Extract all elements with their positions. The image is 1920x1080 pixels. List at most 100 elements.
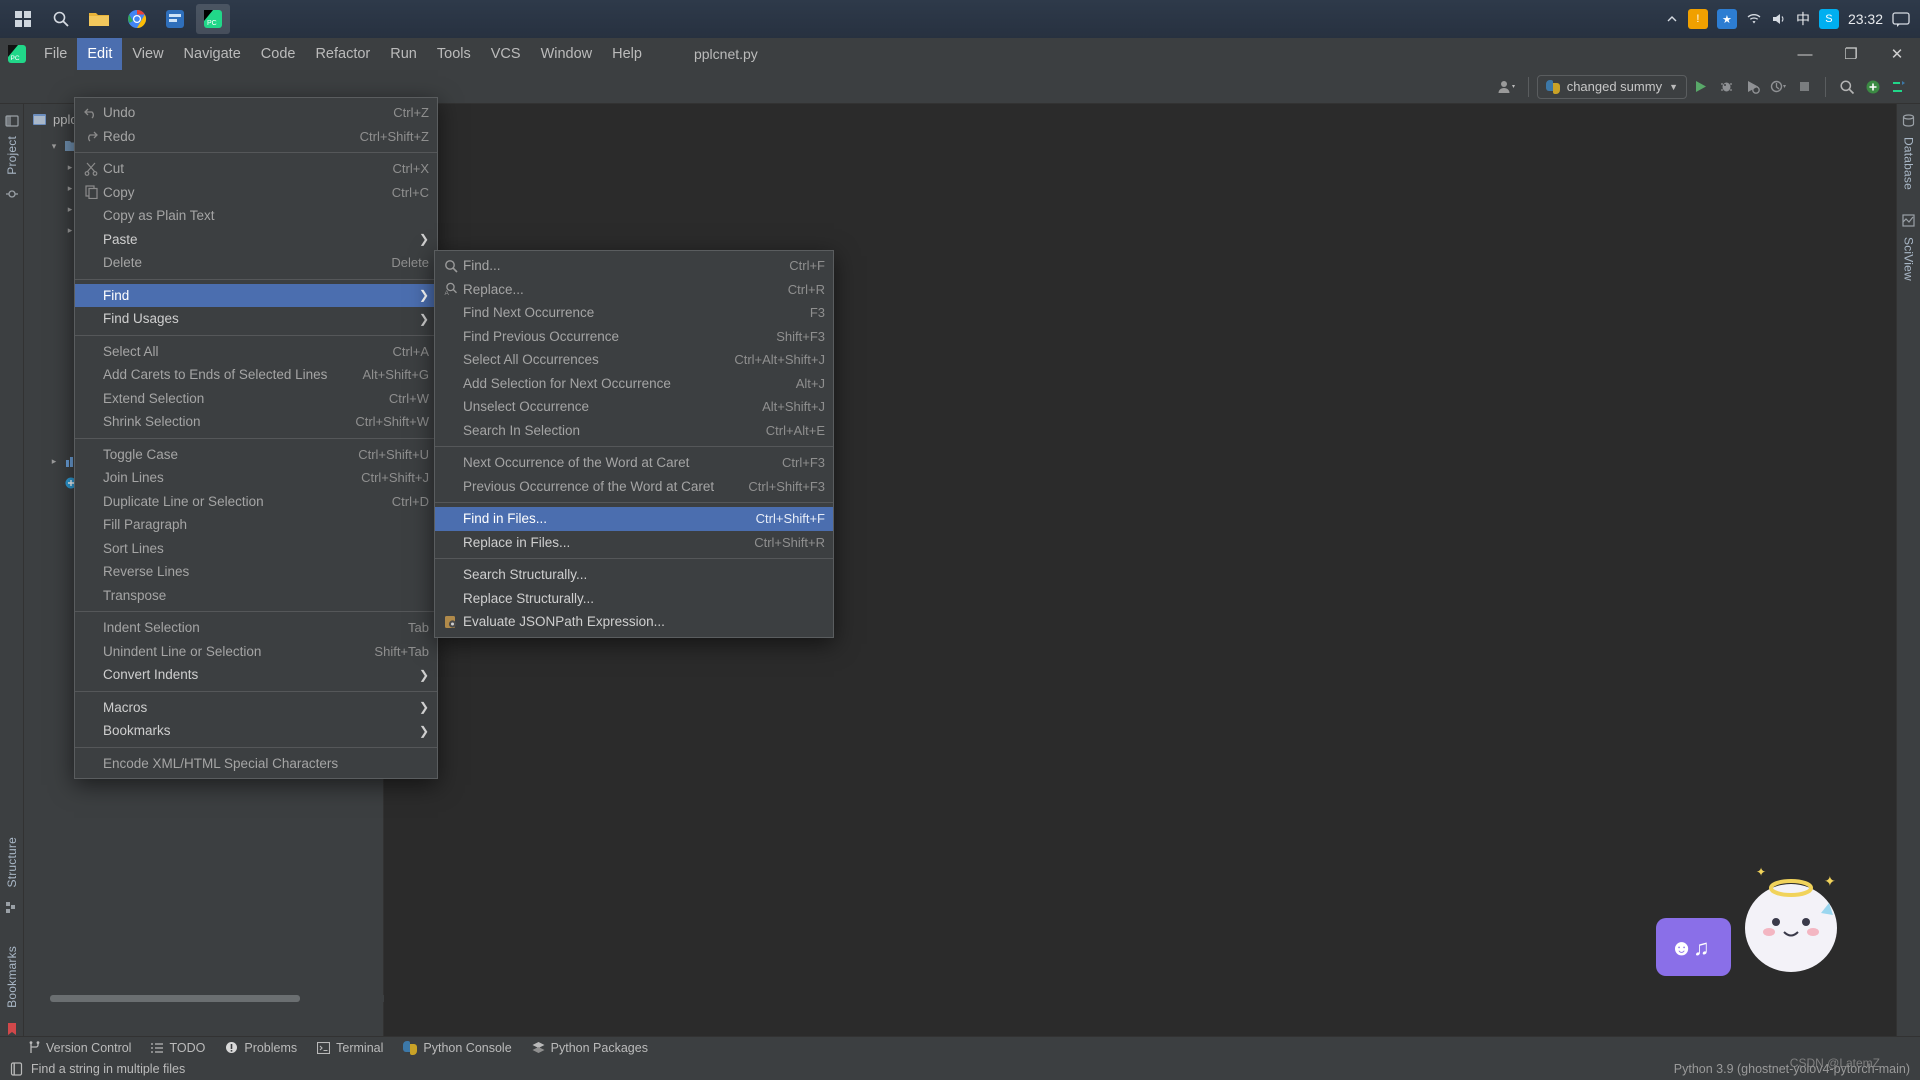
tool-window-problems[interactable]: Problems — [225, 1041, 297, 1055]
run-configuration-selector[interactable]: changed summy ▼ — [1536, 74, 1687, 99]
menu-item-indent-selection[interactable]: Indent Selection Tab — [75, 616, 437, 640]
menu-item-add-carets[interactable]: Add Carets to Ends of Selected Lines Alt… — [75, 363, 437, 387]
project-horizontal-scrollbar[interactable] — [50, 995, 390, 1002]
menu-item-shrink-selection[interactable]: Shrink Selection Ctrl+Shift+W — [75, 410, 437, 434]
menu-item-select-all[interactable]: Select All Ctrl+A — [75, 340, 437, 364]
taskbar-app-chrome[interactable] — [120, 4, 154, 34]
menu-item-copy[interactable]: Copy Ctrl+C — [75, 181, 437, 205]
sidebar-item-structure[interactable]: Structure — [5, 837, 19, 888]
taskbar-clock[interactable]: 23:32 — [1848, 11, 1883, 27]
menu-tools[interactable]: Tools — [427, 38, 481, 70]
submenu-item-add-selection-next[interactable]: Add Selection for Next Occurrence Alt+J — [435, 372, 833, 396]
profile-button[interactable] — [1765, 75, 1791, 99]
menu-vcs[interactable]: VCS — [481, 38, 531, 70]
menu-item-bookmarks[interactable]: Bookmarks ❯ — [75, 719, 437, 743]
menu-item-unindent-line[interactable]: Unindent Line or Selection Shift+Tab — [75, 640, 437, 664]
taskbar-app-other[interactable] — [158, 4, 192, 34]
menu-item-cut[interactable]: Cut Ctrl+X — [75, 157, 437, 181]
volume-icon[interactable] — [1771, 12, 1787, 26]
menu-item-transpose[interactable]: Transpose — [75, 584, 437, 608]
menu-item-extend-selection[interactable]: Extend Selection Ctrl+W — [75, 387, 437, 411]
sidebar-item-sciview[interactable]: SciView — [1902, 237, 1916, 281]
menu-item-toggle-case[interactable]: Toggle Case Ctrl+Shift+U — [75, 443, 437, 467]
submenu-item-select-all-occurrences[interactable]: Select All Occurrences Ctrl+Alt+Shift+J — [435, 348, 833, 372]
close-button[interactable]: ✕ — [1874, 38, 1920, 70]
menu-file[interactable]: File — [34, 38, 77, 70]
menu-run[interactable]: Run — [380, 38, 427, 70]
menu-item-copy-as-plain-text[interactable]: Copy as Plain Text — [75, 204, 437, 228]
menu-item-encode-xml[interactable]: Encode XML/HTML Special Characters — [75, 752, 437, 776]
project-tool-icon[interactable] — [4, 110, 19, 128]
tool-window-terminal[interactable]: Terminal — [317, 1041, 383, 1055]
menu-view[interactable]: View — [122, 38, 173, 70]
submenu-item-replace-structurally[interactable]: Replace Structurally... — [435, 587, 833, 611]
submenu-item-find-previous[interactable]: Find Previous Occurrence Shift+F3 — [435, 325, 833, 349]
skype-tray-icon[interactable]: S — [1818, 9, 1839, 29]
menu-help[interactable]: Help — [602, 38, 652, 70]
menu-item-reverse-lines[interactable]: Reverse Lines — [75, 560, 437, 584]
coverage-button[interactable] — [1739, 75, 1765, 99]
menu-navigate[interactable]: Navigate — [174, 38, 251, 70]
menu-item-delete[interactable]: Delete Delete — [75, 251, 437, 275]
stop-button[interactable] — [1791, 75, 1817, 99]
menu-item-redo[interactable]: Redo Ctrl+Shift+Z — [75, 125, 437, 149]
bookmarks-tool-icon[interactable] — [6, 1022, 18, 1036]
search-everywhere-button[interactable] — [1834, 75, 1860, 99]
submenu-item-search-in-selection[interactable]: Search In Selection Ctrl+Alt+E — [435, 419, 833, 443]
ime-indicator[interactable]: 中 — [1796, 9, 1810, 29]
sidebar-item-bookmarks[interactable]: Bookmarks — [5, 946, 19, 1008]
sidebar-item-database[interactable]: Database — [1902, 137, 1916, 190]
menu-edit[interactable]: Edit — [77, 38, 123, 70]
tool-window-todo[interactable]: TODO — [151, 1041, 205, 1055]
menu-item-convert-indents[interactable]: Convert Indents ❯ — [75, 663, 437, 687]
commit-tool-icon[interactable] — [5, 187, 19, 201]
submenu-item-find-in-files[interactable]: Find in Files... Ctrl+Shift+F — [435, 507, 833, 531]
chevron-up-icon[interactable] — [1665, 12, 1679, 26]
submenu-item-evaluate-jsonpath[interactable]: Evaluate JSONPath Expression... — [435, 610, 833, 634]
menu-item-paste[interactable]: Paste ❯ — [75, 228, 437, 252]
submenu-item-search-structurally[interactable]: Search Structurally... — [435, 563, 833, 587]
menu-item-join-lines[interactable]: Join Lines Ctrl+Shift+J — [75, 466, 437, 490]
structure-tool-icon[interactable] — [5, 901, 18, 914]
minimize-button[interactable]: — — [1782, 38, 1828, 70]
run-button[interactable] — [1687, 75, 1713, 99]
shield-tray-icon[interactable]: ★ — [1716, 9, 1737, 29]
menu-refactor[interactable]: Refactor — [305, 38, 380, 70]
chevron-right-icon[interactable]: ▸ — [48, 456, 60, 467]
database-tool-icon[interactable] — [1902, 114, 1915, 127]
submenu-item-find[interactable]: Find... Ctrl+F — [435, 254, 833, 278]
start-button[interactable] — [6, 4, 40, 34]
menu-item-find[interactable]: Find ❯ — [75, 283, 437, 307]
taskbar-app-folder[interactable] — [82, 4, 116, 34]
submenu-item-find-next[interactable]: Find Next Occurrence F3 — [435, 301, 833, 325]
menu-item-sort-lines[interactable]: Sort Lines — [75, 537, 437, 561]
sciview-tool-icon[interactable] — [1902, 214, 1915, 227]
menu-item-fill-paragraph[interactable]: Fill Paragraph — [75, 513, 437, 537]
warning-tray-icon[interactable]: ! — [1687, 9, 1708, 29]
submenu-item-unselect-occurrence[interactable]: Unselect Occurrence Alt+Shift+J — [435, 395, 833, 419]
menu-item-undo[interactable]: Undo Ctrl+Z — [75, 101, 437, 125]
menu-window[interactable]: Window — [531, 38, 603, 70]
tool-window-python-packages[interactable]: Python Packages — [532, 1041, 648, 1055]
user-avatar-icon[interactable] — [1494, 75, 1520, 99]
chevron-down-icon[interactable]: ▾ — [48, 141, 60, 152]
notifications-icon[interactable] — [1892, 11, 1910, 27]
menu-item-duplicate-line[interactable]: Duplicate Line or Selection Ctrl+D — [75, 490, 437, 514]
tool-window-python-console[interactable]: Python Console — [403, 1040, 512, 1055]
updates-button[interactable] — [1860, 75, 1886, 99]
taskbar-app-pycharm[interactable]: PC — [196, 4, 230, 34]
tool-window-version-control[interactable]: Version Control — [28, 1041, 131, 1055]
submenu-item-previous-occurrence-word[interactable]: Previous Occurrence of the Word at Caret… — [435, 475, 833, 499]
wifi-icon[interactable] — [1746, 12, 1762, 26]
submenu-item-replace[interactable]: A Replace... Ctrl+R — [435, 278, 833, 302]
search-taskbar-button[interactable] — [44, 4, 78, 34]
sidebar-item-project[interactable]: Project — [5, 136, 19, 175]
submenu-item-next-occurrence-word[interactable]: Next Occurrence of the Word at Caret Ctr… — [435, 451, 833, 475]
debug-button[interactable] — [1713, 75, 1739, 99]
menu-item-find-usages[interactable]: Find Usages ❯ — [75, 307, 437, 331]
settings-button[interactable] — [1886, 75, 1912, 99]
menu-item-macros[interactable]: Macros ❯ — [75, 696, 437, 720]
submenu-item-replace-in-files[interactable]: Replace in Files... Ctrl+Shift+R — [435, 531, 833, 555]
menu-code[interactable]: Code — [251, 38, 306, 70]
maximize-button[interactable]: ❐ — [1828, 38, 1874, 70]
